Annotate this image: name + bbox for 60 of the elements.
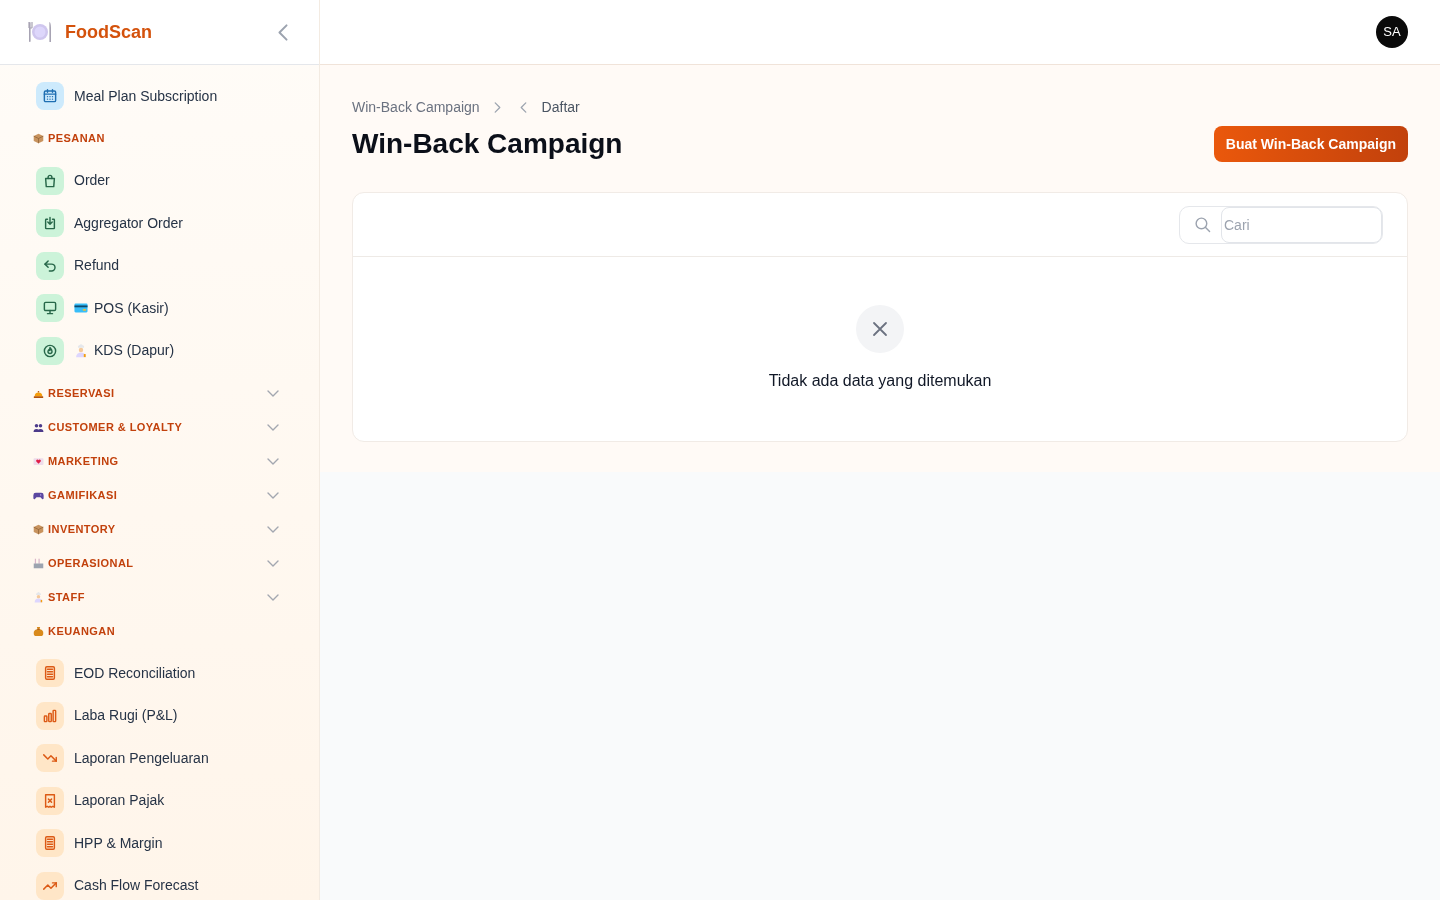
search-icon — [1194, 216, 1211, 233]
section-header[interactable]: STAFF — [24, 580, 295, 614]
sidebar-item[interactable]: HPP & Margin — [24, 822, 175, 865]
section-header[interactable]: CUSTOMER & LOYALTY — [24, 410, 295, 444]
cook-icon — [33, 591, 44, 603]
sidebar-item[interactable]: Refund — [24, 244, 132, 287]
chevron-left-icon — [278, 23, 288, 41]
breadcrumb-link[interactable]: Win-Back Campaign — [352, 97, 480, 117]
section-header[interactable]: INVENTORY — [24, 512, 295, 546]
shopping-bag-icon — [36, 166, 64, 195]
chevron-down-icon — [267, 389, 279, 397]
section-header[interactable]: PESANAN — [24, 121, 295, 156]
sidebar-item[interactable]: Meal Plan Subscription — [24, 75, 230, 118]
flame-icon — [36, 336, 64, 365]
sidebar-item[interactable]: Aggregator Order — [24, 202, 195, 245]
calculator-icon — [36, 829, 64, 858]
section-header[interactable]: KEUANGAN — [24, 614, 295, 648]
chevron-down-icon — [267, 423, 279, 431]
download-tray-icon — [36, 209, 64, 238]
create-campaign-button[interactable]: Buat Win-Back Campaign — [1213, 126, 1408, 162]
section-header[interactable]: OPERASIONAL — [24, 546, 295, 580]
calculator-icon — [36, 659, 64, 688]
breadcrumb-link[interactable]: Daftar — [541, 97, 580, 117]
trend-up-icon — [36, 871, 64, 900]
sidebar-item[interactable]: Laporan Pajak — [24, 779, 177, 822]
chevron-down-icon — [267, 525, 279, 533]
chevron-left-icon — [519, 101, 527, 113]
app-name: FoodScan — [65, 21, 152, 44]
trend-down-icon — [36, 744, 64, 773]
sidebar-item[interactable]: Cash Flow Forecast — [24, 864, 211, 900]
sidebar-item[interactable]: Order — [24, 159, 122, 202]
chevron-down-icon — [267, 491, 279, 499]
sidebar-item[interactable]: KDS (Dapur) — [24, 329, 187, 372]
section-header[interactable]: RESERVASI — [24, 376, 295, 410]
chevron-right-icon — [493, 101, 501, 113]
bar-chart-icon — [36, 701, 64, 730]
x-circle-icon — [856, 305, 904, 353]
section-header[interactable]: GAMIFIKASI — [24, 478, 295, 512]
chevron-down-icon — [267, 559, 279, 567]
plate-cutlery-icon — [28, 20, 52, 44]
calendar-icon — [36, 82, 64, 111]
user-avatar[interactable]: SA — [1376, 16, 1408, 48]
sidebar-item[interactable]: Laba Rugi (P&L) — [24, 694, 190, 737]
section-header[interactable]: MARKETING — [24, 444, 295, 478]
package-icon — [33, 523, 44, 535]
empty-state-message: Tidak ada data yang ditemukan — [768, 371, 992, 391]
money-bag-icon — [33, 625, 44, 637]
package-icon — [33, 133, 44, 144]
monitor-icon — [36, 294, 64, 323]
search-field[interactable]: Cari — [1221, 206, 1382, 243]
people-icon — [33, 421, 44, 433]
chevron-down-icon — [267, 593, 279, 601]
sidebar-item[interactable]: POS (Kasir) — [24, 287, 181, 330]
chevron-down-icon — [267, 457, 279, 465]
factory-icon — [33, 557, 44, 569]
receipt-icon — [36, 786, 64, 815]
page-title: Win-Back Campaign — [352, 127, 623, 161]
sidebar-item[interactable]: EOD Reconciliation — [24, 652, 208, 695]
cook-icon — [74, 343, 88, 358]
sidebar-item[interactable]: Laporan Pengeluaran — [24, 737, 221, 780]
